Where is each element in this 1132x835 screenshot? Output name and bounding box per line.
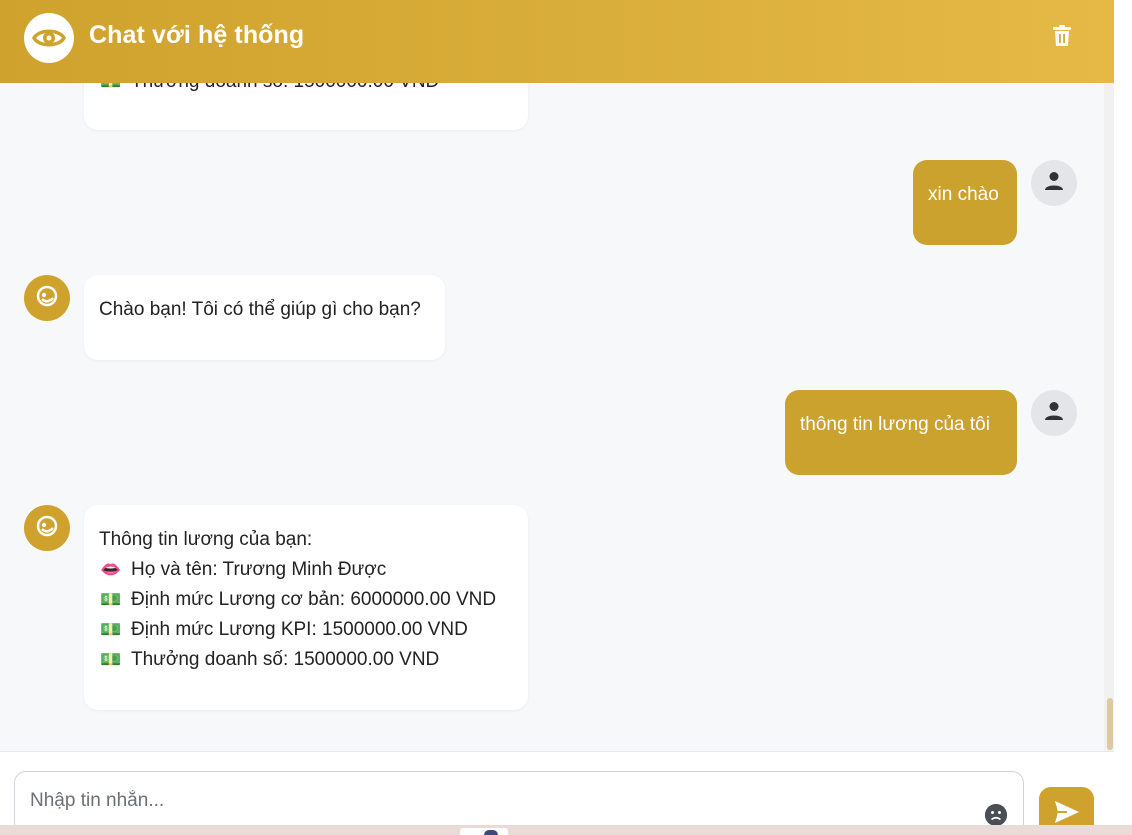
message-input[interactable] <box>30 786 970 816</box>
message-text: Thông tin lương của bạn: <box>99 529 313 550</box>
bot-face-icon <box>36 515 58 542</box>
money-emoji-icon: 💵 <box>100 590 122 609</box>
user-message: thông tin lương của tôi <box>785 390 1017 475</box>
taskbar-item[interactable] <box>460 828 508 835</box>
trash-icon <box>1052 24 1072 52</box>
scrollbar-track[interactable] <box>1104 83 1114 751</box>
scrollbar-thumb[interactable] <box>1107 698 1113 750</box>
money-emoji-icon: 💵 <box>100 620 122 639</box>
message-text: Định mức Lương cơ bản: 6000000.00 VND <box>131 589 497 610</box>
bot-avatar <box>24 505 70 551</box>
chat-header: Chat với hệ thống <box>0 0 1114 83</box>
bot-message: Chào bạn! Tôi có thể giúp gì cho bạn? <box>84 275 445 360</box>
message-line: 💵 Thưởng doanh số: 1500000.00 VND <box>99 645 513 675</box>
person-icon <box>1043 400 1065 427</box>
window-edge <box>1114 0 1132 835</box>
message-text: Chào bạn! Tôi có thể giúp gì cho bạn? <box>99 299 421 320</box>
clear-chat-button[interactable] <box>1048 24 1076 52</box>
emoji-picker-button[interactable] <box>985 804 1007 826</box>
header-title: Chat với hệ thống <box>89 21 305 49</box>
user-avatar <box>1031 160 1077 206</box>
message-line: 💵 Định mức Lương KPI: 1500000.00 VND <box>99 615 513 645</box>
money-emoji-icon: 💵 <box>100 650 122 669</box>
bot-message: Thông tin lương của bạn: 👄 Họ và tên: Tr… <box>84 505 528 710</box>
message-line: Thông tin lương của bạn: <box>99 525 513 555</box>
lips-emoji-icon: 👄 <box>100 560 122 579</box>
message-line: 👄 Họ và tên: Trương Minh Được <box>99 555 513 585</box>
person-icon <box>1043 170 1065 197</box>
message-text: xin chào <box>928 184 999 205</box>
eye-icon <box>24 13 74 63</box>
message-line: Chào bạn! Tôi có thể giúp gì cho bạn? <box>99 295 430 325</box>
message-line: 💵 Định mức Lương cơ bản: 6000000.00 VND <box>99 585 513 615</box>
message-text: Thưởng doanh số: 1500000.00 VND <box>131 649 440 670</box>
taskbar-strip <box>0 825 1132 835</box>
user-avatar <box>1031 390 1077 436</box>
message-text: thông tin lương của tôi <box>800 414 990 435</box>
bot-avatar <box>24 275 70 321</box>
bot-face-icon <box>36 285 58 312</box>
user-message: xin chào <box>913 160 1017 245</box>
message-text: Họ và tên: Trương Minh Được <box>131 559 387 580</box>
message-text: Định mức Lương KPI: 1500000.00 VND <box>131 619 468 640</box>
